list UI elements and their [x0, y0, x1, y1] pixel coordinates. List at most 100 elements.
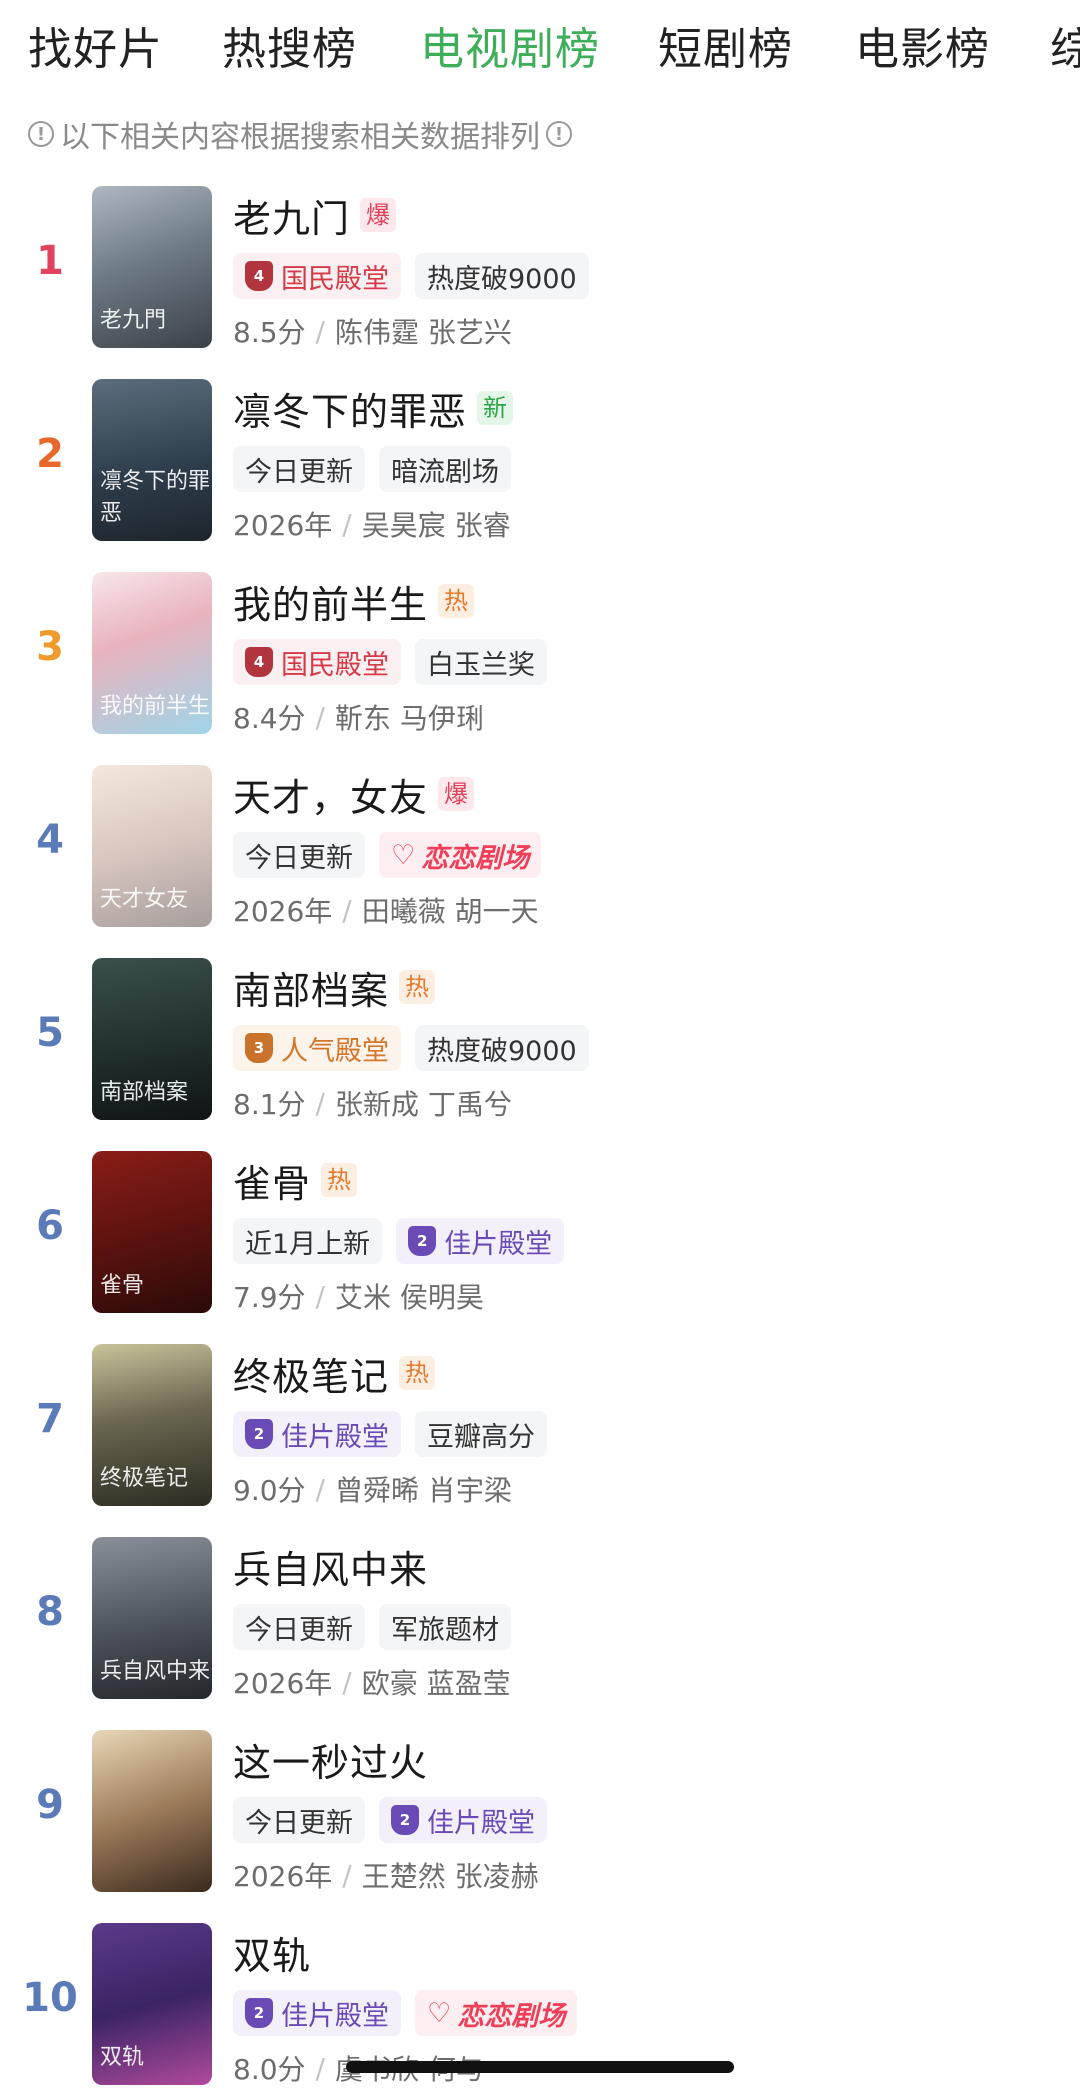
title-row: 兵自风中来 — [233, 1537, 1060, 1595]
tab-2[interactable]: 电视剧榜 — [420, 22, 600, 78]
score-or-year: 2026年 — [233, 1667, 333, 1700]
info-tag: 今日更新 — [233, 446, 365, 492]
drama-title[interactable]: 老九门 — [233, 188, 350, 243]
ranking-notice: ! 以下相关内容根据搜索相关数据排列 ! — [28, 112, 572, 156]
drama-title[interactable]: 我的前半生 — [233, 574, 428, 629]
poster-title-art: 终极笔记 — [100, 1466, 189, 1491]
drama-title[interactable]: 终极笔记 — [233, 1346, 389, 1401]
item-info: 凛冬下的罪恶新今日更新 暗流剧场 2026年 / 吴昊宸 张睿 — [233, 379, 1060, 549]
separator: / — [315, 1279, 325, 1313]
info-tag: 暗流剧场 — [379, 446, 511, 492]
ranking-item[interactable]: 6 雀骨 雀骨热近1月上新 2 佳片殿堂 7.9分 / 艾米 侯明昊 — [0, 1151, 1080, 1344]
ranking-item[interactable]: 7 终极笔记 终极笔记热 2 佳片殿堂 豆瓣高分 9.0分 / 曾舜晞 肖宇梁 — [0, 1344, 1080, 1537]
tab-3[interactable]: 短剧榜 — [658, 22, 793, 78]
tag-text: 今日更新 — [245, 456, 353, 488]
poster-image[interactable]: 南部档案 — [92, 958, 212, 1120]
rank-number: 2 — [36, 431, 64, 477]
poster-image[interactable]: 我的前半生 — [92, 572, 212, 734]
tag-text: 热度破9000 — [427, 263, 577, 295]
separator: / — [315, 1472, 325, 1506]
poster-image[interactable]: 双轨 — [92, 1923, 212, 2085]
drama-title[interactable]: 凛冬下的罪恶 — [233, 381, 467, 436]
meta-row: 9.0分 / 曾舜晞 肖宇梁 — [233, 1464, 1060, 1514]
ranking-item[interactable]: 5 南部档案 南部档案热 3 人气殿堂 热度破9000 8.1分 / 张新成 丁禹兮 — [0, 958, 1080, 1151]
drama-title[interactable]: 南部档案 — [233, 960, 389, 1015]
rank-number: 7 — [36, 1396, 64, 1442]
poster-image[interactable]: 兵自风中来 — [92, 1537, 212, 1699]
score-or-year: 8.5分 — [233, 316, 306, 349]
item-info: 老九门爆 4 国民殿堂 热度破9000 8.5分 / 陈伟霆 张艺兴 — [233, 186, 1060, 356]
hall-tag: 4 国民殿堂 — [233, 253, 401, 299]
status-badge: 爆 — [438, 777, 475, 811]
status-badge: 新 — [477, 391, 514, 425]
poster-image[interactable] — [92, 1730, 212, 1892]
tag-row: 今日更新 ♡ 恋恋剧场 — [233, 825, 1060, 885]
hall-tag: 3 人气殿堂 — [233, 1025, 401, 1071]
category-tab-bar: 找好片 热搜榜 电视剧榜 短剧榜 电影榜 综 — [0, 0, 1080, 104]
tag-text: 今日更新 — [245, 842, 353, 874]
ranking-item[interactable]: 2 凛冬下的罪恶 凛冬下的罪恶新今日更新 暗流剧场 2026年 / 吴昊宸 张睿 — [0, 379, 1080, 572]
rank-number: 3 — [36, 624, 64, 670]
tag-row: 2 佳片殿堂 ♡ 恋恋剧场 — [233, 1983, 1060, 2043]
heart-icon: ♡ — [427, 1997, 452, 2029]
title-row: 天才，女友爆 — [233, 765, 1060, 823]
separator: / — [315, 700, 325, 734]
rank-number: 8 — [36, 1589, 64, 1635]
ranking-item[interactable]: 4 天才女友 天才，女友爆今日更新 ♡ 恋恋剧场 2026年 / 田曦薇 胡一天 — [0, 765, 1080, 958]
info-tag: 今日更新 — [233, 1604, 365, 1650]
score-or-year: 2026年 — [233, 1860, 333, 1893]
drama-title[interactable]: 雀骨 — [233, 1153, 311, 1208]
rank-number: 6 — [36, 1203, 64, 1249]
tab-1[interactable]: 热搜榜 — [222, 22, 357, 78]
hall-tag: 2 佳片殿堂 — [379, 1797, 547, 1843]
title-row: 这一秒过火 — [233, 1730, 1060, 1788]
ranking-item[interactable]: 1 老九門 老九门爆 4 国民殿堂 热度破9000 8.5分 / 陈伟霆 张艺兴 — [0, 186, 1080, 379]
info-tag: 今日更新 — [233, 832, 365, 878]
cast-names: 田曦薇 胡一天 — [361, 895, 539, 928]
info-tag: 军旅题材 — [379, 1604, 511, 1650]
home-indicator[interactable] — [346, 2061, 734, 2073]
poster-image[interactable]: 雀骨 — [92, 1151, 212, 1313]
poster-image[interactable]: 终极笔记 — [92, 1344, 212, 1506]
info-tag: 豆瓣高分 — [415, 1411, 547, 1457]
separator: / — [342, 1858, 352, 1892]
info-icon[interactable]: ! — [546, 121, 572, 147]
title-row: 凛冬下的罪恶新 — [233, 379, 1060, 437]
hall-shield-icon: 4 — [245, 647, 273, 677]
poster-image[interactable]: 天才女友 — [92, 765, 212, 927]
ranking-item[interactable]: 3 我的前半生 我的前半生热 4 国民殿堂 白玉兰奖 8.4分 / 靳东 马伊琍 — [0, 572, 1080, 765]
tag-row: 近1月上新 2 佳片殿堂 — [233, 1211, 1060, 1271]
cast-names: 艾米 侯明昊 — [334, 1281, 484, 1314]
score-or-year: 2026年 — [233, 509, 333, 542]
separator: / — [315, 1086, 325, 1120]
tag-row: 2 佳片殿堂 豆瓣高分 — [233, 1404, 1060, 1464]
poster-title-art: 南部档案 — [100, 1080, 189, 1105]
item-info: 终极笔记热 2 佳片殿堂 豆瓣高分 9.0分 / 曾舜晞 肖宇梁 — [233, 1344, 1060, 1514]
poster-image[interactable]: 凛冬下的罪恶 — [92, 379, 212, 541]
tag-row: 今日更新 军旅题材 — [233, 1597, 1060, 1657]
poster-title-art: 天才女友 — [100, 887, 189, 912]
tab-0[interactable]: 找好片 — [28, 22, 163, 78]
rank-number: 9 — [36, 1782, 64, 1828]
status-badge: 热 — [399, 970, 436, 1004]
drama-title[interactable]: 天才，女友 — [233, 767, 428, 822]
tag-text: 国民殿堂 — [281, 649, 389, 681]
drama-title[interactable]: 这一秒过火 — [233, 1732, 428, 1787]
ranking-item[interactable]: 9 这一秒过火 今日更新 2 佳片殿堂 2026年 / 王楚然 张凌赫 — [0, 1730, 1080, 1923]
drama-title[interactable]: 兵自风中来 — [233, 1539, 428, 1594]
poster-image[interactable]: 老九門 — [92, 186, 212, 348]
item-info: 兵自风中来 今日更新 军旅题材 2026年 / 欧豪 蓝盈莹 — [233, 1537, 1060, 1707]
ranking-item[interactable]: 8 兵自风中来 兵自风中来 今日更新 军旅题材 2026年 / 欧豪 蓝盈莹 — [0, 1537, 1080, 1730]
tab-5[interactable]: 综 — [1050, 22, 1080, 78]
drama-title[interactable]: 双轨 — [233, 1925, 311, 1980]
item-info: 雀骨热近1月上新 2 佳片殿堂 7.9分 / 艾米 侯明昊 — [233, 1151, 1060, 1321]
title-row: 老九门爆 — [233, 186, 1060, 244]
tab-4[interactable]: 电影榜 — [855, 22, 990, 78]
info-tag: 热度破9000 — [415, 1025, 589, 1071]
tag-text: 近1月上新 — [245, 1228, 371, 1260]
item-info: 这一秒过火 今日更新 2 佳片殿堂 2026年 / 王楚然 张凌赫 — [233, 1730, 1060, 1900]
hall-tag: 2 佳片殿堂 — [396, 1218, 565, 1264]
score-or-year: 9.0分 — [233, 1474, 306, 1507]
title-row: 雀骨热 — [233, 1151, 1060, 1209]
heart-icon: ♡ — [391, 839, 416, 871]
